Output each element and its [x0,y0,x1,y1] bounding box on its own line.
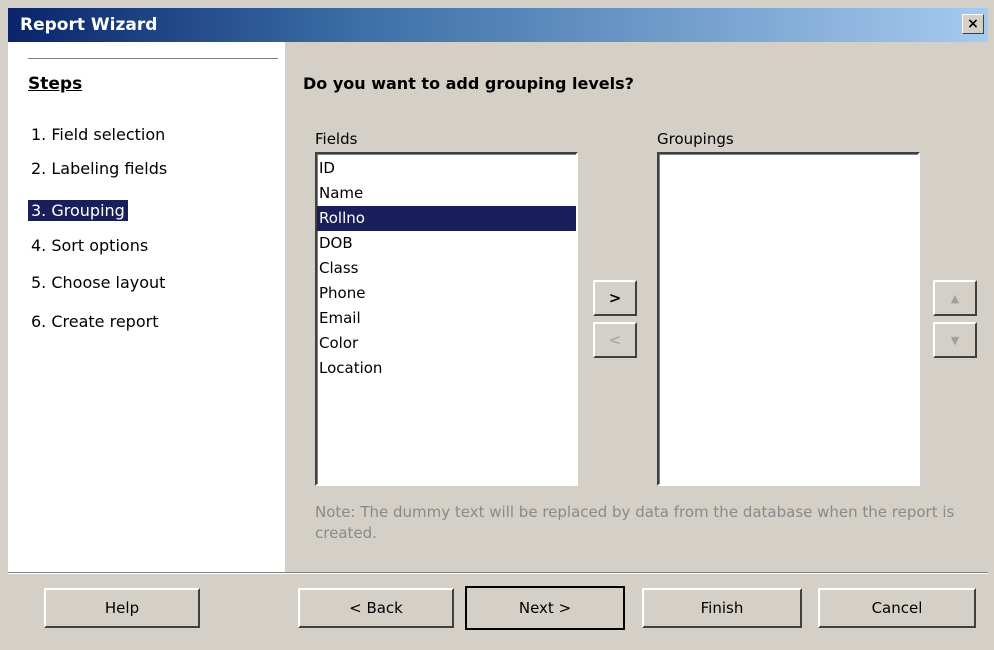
field-item[interactable]: Location [317,356,576,381]
step-grouping[interactable]: 3. Grouping [28,200,128,221]
title-bar: Report Wizard × [8,8,988,42]
fields-label: Fields [315,130,358,148]
field-item[interactable]: Phone [317,281,576,306]
report-wizard-dialog: Report Wizard × Steps 1. Field selection… [0,0,994,650]
step-sort-options[interactable]: 4. Sort options [28,235,151,256]
remove-grouping-button[interactable]: < [593,322,637,358]
steps-divider [28,58,278,59]
back-button[interactable]: < Back [298,588,454,628]
close-button[interactable]: × [962,14,984,34]
step-field-selection[interactable]: 1. Field selection [28,124,168,145]
page-question: Do you want to add grouping levels? [303,74,634,93]
step-create-report[interactable]: 6. Create report [28,311,161,332]
cancel-button[interactable]: Cancel [818,588,976,628]
field-item[interactable]: Name [317,181,576,206]
field-item[interactable]: Color [317,331,576,356]
steps-panel: Steps 1. Field selection 2. Labeling fie… [8,42,285,572]
field-item[interactable]: Email [317,306,576,331]
move-up-button[interactable]: ▲ [933,280,977,316]
groupings-label: Groupings [657,130,734,148]
help-button[interactable]: Help [44,588,200,628]
step-choose-layout[interactable]: 5. Choose layout [28,272,168,293]
next-button[interactable]: Next > [465,586,625,630]
footer-separator [8,572,988,574]
field-item[interactable]: ID [317,156,576,181]
steps-title: Steps [28,74,83,94]
field-item[interactable]: Class [317,256,576,281]
window-title: Report Wizard [20,15,158,35]
finish-button[interactable]: Finish [642,588,802,628]
add-grouping-button[interactable]: > [593,280,637,316]
field-item[interactable]: Rollno [317,206,576,231]
step-labeling-fields[interactable]: 2. Labeling fields [28,158,170,179]
move-down-button[interactable]: ▼ [933,322,977,358]
groupings-listbox[interactable] [657,152,920,486]
fields-listbox[interactable]: ID Name Rollno DOB Class Phone Email Color Locat… [315,152,578,486]
dummy-text-note: Note: The dummy text will be replaced by… [315,503,955,542]
field-item[interactable]: DOB [317,231,576,256]
main-panel: Do you want to add grouping levels? Fiel… [285,42,988,572]
